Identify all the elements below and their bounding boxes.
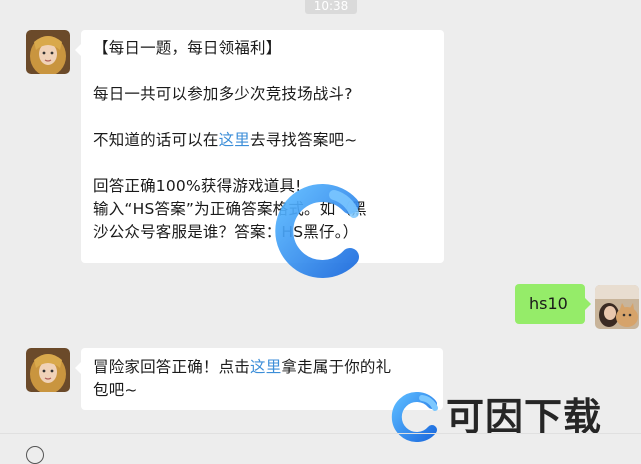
watermark-small-logo-icon — [388, 392, 442, 446]
user-answer-text: hs10 — [529, 294, 568, 313]
message-hint: 不知道的话可以在这里去寻找答案吧~ — [93, 129, 432, 152]
reward-text-after: 拿走属于你的礼 — [281, 358, 392, 376]
bot-avatar-icon[interactable] — [26, 30, 70, 74]
reward-link[interactable]: 这里 — [250, 358, 281, 376]
watermark-logo-icon — [272, 183, 368, 283]
voice-input-icon[interactable] — [26, 446, 44, 464]
message-bubble-user-answer: hs10 — [515, 284, 591, 324]
timestamp-pill: 10:38 — [305, 0, 357, 14]
input-bar-divider — [0, 433, 641, 434]
message-reward-line-1: 回答正确100%获得游戏道具! — [93, 177, 302, 195]
reward-message-line-2: 包吧~ — [93, 381, 138, 399]
hint-text-after: 去寻找答案吧~ — [250, 131, 358, 149]
bot-avatar-icon[interactable] — [26, 348, 70, 392]
user-avatar-icon[interactable] — [595, 285, 639, 329]
message-title: 【每日一题，每日领福利】 — [93, 39, 282, 57]
message-reward-line-2: 输入“HS答案”为正确答案格式。如（黑 — [93, 200, 367, 218]
reward-message-line-1: 冒险家回答正确！点击这里拿走属于你的礼 — [93, 356, 431, 379]
message-question: 每日一共可以参加多少次竞技场战斗? — [93, 85, 353, 103]
timestamp-text: 10:38 — [313, 0, 349, 13]
message-reward-line-3: 沙公众号客服是谁？答案：HS黑仔。） — [93, 223, 359, 241]
hint-link[interactable]: 这里 — [219, 131, 250, 149]
message-bubble-daily-question: 【每日一题，每日领福利】 每日一共可以参加多少次竞技场战斗? 不知道的话可以在这… — [75, 30, 444, 263]
reward-text-before: 冒险家回答正确！点击 — [93, 358, 251, 376]
hint-text-before: 不知道的话可以在 — [93, 131, 219, 149]
